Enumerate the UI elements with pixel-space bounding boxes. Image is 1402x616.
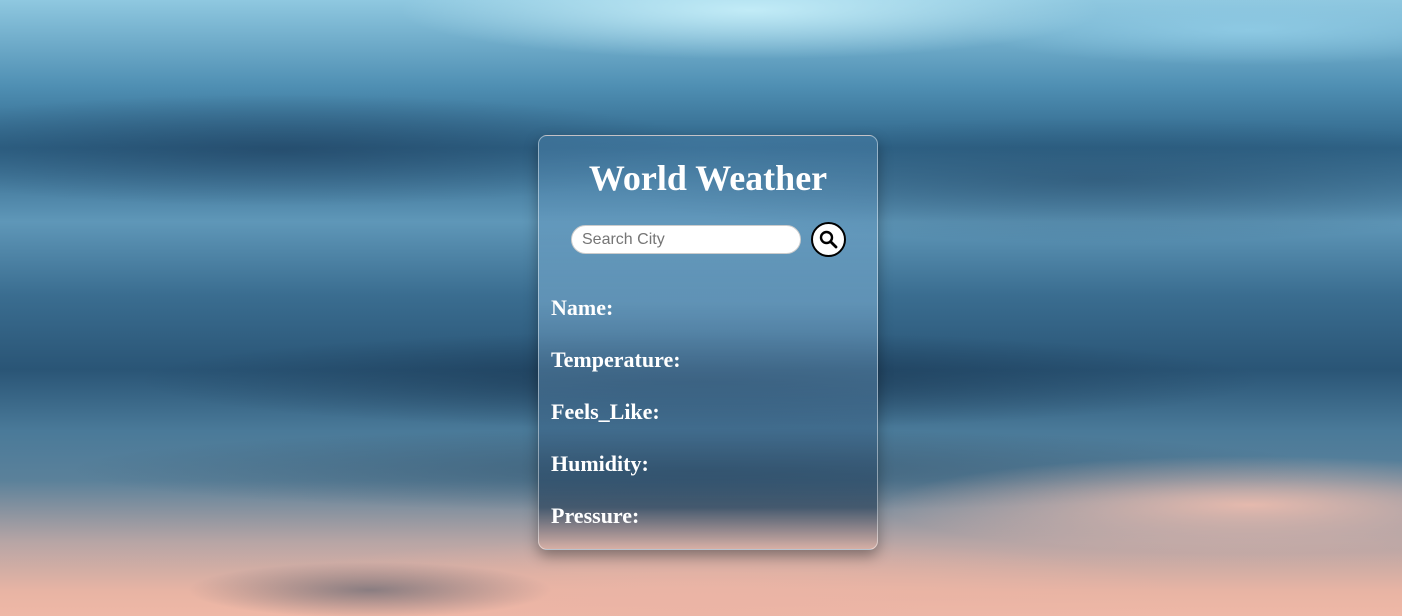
- name-label: Name:: [551, 295, 614, 320]
- app-title: World Weather: [588, 158, 828, 198]
- feels-like-label: Feels_Like:: [551, 399, 660, 424]
- temperature-label: Temperature:: [551, 347, 681, 372]
- pressure-label: Pressure:: [551, 503, 640, 528]
- search-icon: [819, 230, 838, 249]
- search-city-input[interactable]: [571, 225, 801, 254]
- humidity-label: Humidity:: [551, 451, 649, 476]
- weather-card: World Weather Name: Temperature: Feels_L…: [538, 135, 878, 550]
- search-button[interactable]: [811, 222, 846, 257]
